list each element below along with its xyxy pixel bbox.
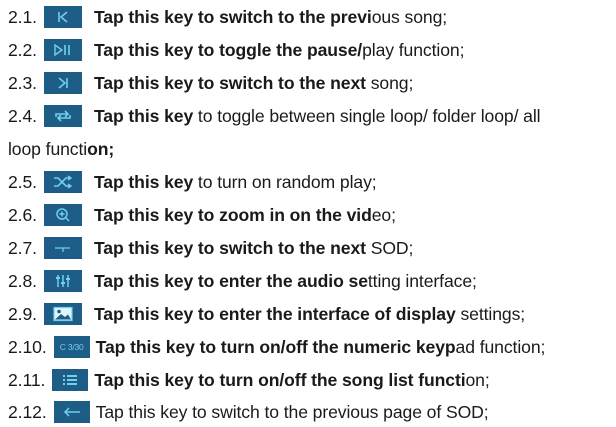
item-number: 2.4. <box>8 105 37 126</box>
bold-text: Tap this key <box>93 171 194 192</box>
bold-text: Tap this key to turn on/off the numeric … <box>95 336 456 357</box>
previous-track-icon <box>43 6 82 28</box>
next-sod-icon <box>43 237 82 259</box>
item-number: 2.12. <box>8 401 47 422</box>
item-number: 2.11. <box>8 369 46 390</box>
item-number: 2.5. <box>8 171 37 192</box>
continuation-line: loop function; <box>8 137 612 161</box>
bold-text: Tap this key to zoom in on the vid <box>93 204 372 225</box>
plain-text: ad function; <box>455 336 546 357</box>
display-settings-icon <box>43 303 82 325</box>
bold-text: Tap this key to switch to the next <box>93 237 366 258</box>
instruction-line: 2.9. Tap this key to enter the interface… <box>8 302 612 326</box>
keypad-icon-label: C 3/30 <box>59 342 84 352</box>
bold-text: Tap this key <box>93 105 194 126</box>
bold-text: Tap this key to enter the audio se <box>93 270 368 291</box>
instruction-line: 2.12. Tap this key to switch to the prev… <box>8 400 612 424</box>
plain-text: Tap this key to switch to the previous p… <box>95 401 489 422</box>
item-number: 2.6. <box>8 204 37 225</box>
next-track-icon <box>43 72 82 94</box>
plain-text: tting interface; <box>367 270 477 291</box>
instruction-line: 2.6. Tap this key to zoom in on the vide… <box>8 203 612 227</box>
plain-text: on; <box>465 369 490 390</box>
plain-text: to turn on random play; <box>193 171 377 192</box>
item-number: 2.9. <box>8 303 37 324</box>
plain-text: to toggle between single loop/ folder lo… <box>193 105 541 126</box>
instruction-line: 2.10. C 3/30 Tap this key to turn on/off… <box>8 335 612 359</box>
instruction-line: 2.7. Tap this key to switch to the next … <box>8 236 612 260</box>
shuffle-icon <box>43 171 82 193</box>
numeric-keypad-icon: C 3/30 <box>53 336 90 358</box>
plain-text: loop functi <box>8 138 88 159</box>
plain-text: eo; <box>371 204 396 225</box>
plain-text: song; <box>365 72 414 93</box>
previous-page-icon <box>53 401 90 423</box>
instruction-line: 2.5. Tap this key to turn on random play… <box>8 170 612 194</box>
bold-text: on; <box>87 138 115 159</box>
bold-text: Tap this key to enter the interface of d… <box>93 303 456 324</box>
instruction-line: 2.1. Tap this key to switch to the previ… <box>8 5 612 29</box>
instruction-line: 2.2. Tap this key to toggle the pause/pl… <box>8 38 612 62</box>
item-number: 2.3. <box>8 72 37 93</box>
instruction-line: 2.11. Tap this key to turn on/off the so… <box>8 368 612 392</box>
plain-text: SOD; <box>365 237 414 258</box>
bold-text: Tap this key to switch to the previ <box>93 6 372 27</box>
plain-text: play function; <box>362 39 465 60</box>
item-number: 2.2. <box>8 39 37 60</box>
loop-icon <box>43 105 82 127</box>
bold-text: Tap this key to toggle the pause/ <box>93 39 363 60</box>
plain-text: ous song; <box>371 6 448 27</box>
item-number: 2.7. <box>8 237 37 258</box>
zoom-in-icon <box>43 204 82 226</box>
item-number: 2.10. <box>8 336 47 357</box>
song-list-icon <box>52 369 89 391</box>
item-number: 2.8. <box>8 270 37 291</box>
plain-text: settings; <box>455 303 526 324</box>
instruction-line: 2.8. Tap this key to enter the audio set… <box>8 269 612 293</box>
audio-settings-icon <box>43 270 82 292</box>
bold-text: Tap this key to switch to the next <box>93 72 366 93</box>
item-number: 2.1. <box>8 6 37 27</box>
instruction-line: 2.4. Tap this key to toggle between sing… <box>8 104 612 128</box>
bold-text: Tap this key to turn on/off the song lis… <box>94 369 466 390</box>
play-pause-icon <box>43 39 82 61</box>
instruction-line: 2.3. Tap this key to switch to the next … <box>8 71 612 95</box>
